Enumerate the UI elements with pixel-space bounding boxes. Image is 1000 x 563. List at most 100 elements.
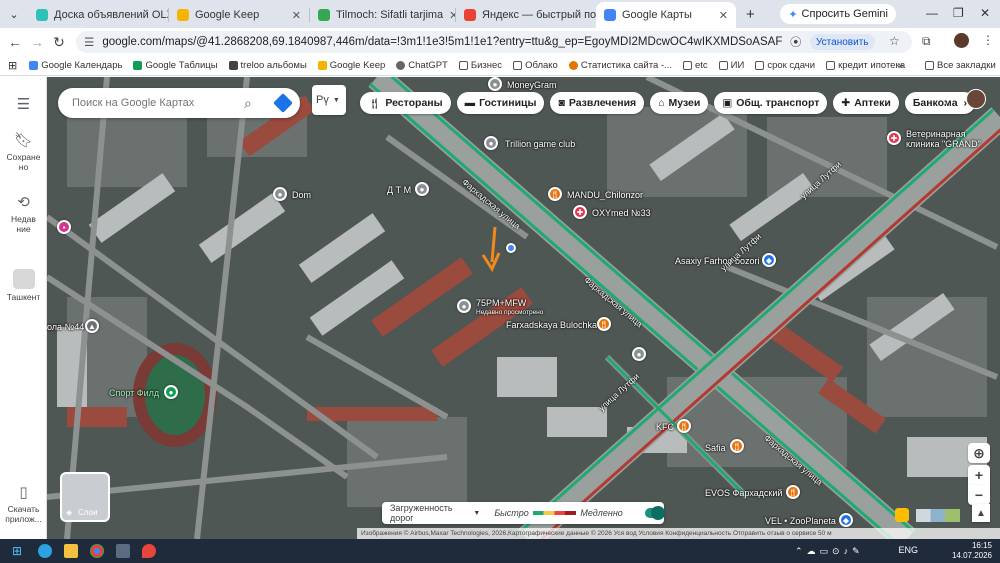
place-pin-icon[interactable]: ● bbox=[488, 77, 502, 91]
place-trillion[interactable]: Trillion game club bbox=[505, 139, 575, 149]
bookmark-item[interactable]: Google Таблицы bbox=[133, 60, 218, 71]
search-icon[interactable]: ⌕ bbox=[244, 95, 252, 112]
extensions-icon[interactable]: ⧉ bbox=[922, 34, 931, 49]
menu-button[interactable]: ☰ bbox=[0, 95, 47, 116]
bookmark-item[interactable]: Облако bbox=[513, 60, 558, 71]
tab-yandex[interactable]: Яндекс — быстрый поиск✕ bbox=[456, 2, 596, 28]
dropdown-icon[interactable]: ▼ bbox=[473, 510, 480, 517]
bookmark-item[interactable]: Бизнес bbox=[458, 60, 502, 71]
apps-icon[interactable]: ⊞ bbox=[8, 59, 17, 72]
chip-hotels[interactable]: ▬ Гостиницы bbox=[456, 92, 545, 114]
my-location-button[interactable]: ⊕ bbox=[968, 443, 990, 463]
layers-button[interactable]: ◈ Слои bbox=[60, 472, 110, 522]
download-app-button[interactable]: ▯ Скачать прилож... bbox=[0, 483, 47, 524]
shopping-pin-icon[interactable]: ◆ bbox=[762, 253, 776, 267]
minimize-icon[interactable]: — bbox=[926, 6, 938, 20]
place-pin-icon[interactable]: ● bbox=[484, 136, 498, 150]
tab-keep[interactable]: Google Keep ✕ bbox=[169, 2, 309, 28]
bookmark-item[interactable]: срок сдачи bbox=[755, 60, 815, 71]
chip-transit[interactable]: ▣ Общ. транспорт bbox=[714, 92, 828, 114]
place-mandu[interactable]: MANDU_Chilonzor bbox=[567, 190, 643, 200]
install-button[interactable]: Установить bbox=[810, 34, 875, 50]
chrome-icon[interactable] bbox=[90, 544, 105, 558]
directions-icon[interactable] bbox=[273, 93, 293, 113]
new-tab-icon[interactable]: + bbox=[746, 6, 755, 23]
transit-pin-icon[interactable]: ● bbox=[632, 347, 646, 361]
place-moneygram[interactable]: MoneyGram bbox=[507, 80, 557, 90]
all-bookmarks[interactable]: Все закладки bbox=[925, 60, 996, 71]
windows-start-icon[interactable]: ⊞ bbox=[12, 544, 22, 558]
keyboard-language-button[interactable]: Рү ▼ bbox=[312, 85, 346, 115]
maps-taskbar-icon[interactable] bbox=[142, 544, 157, 558]
place-vel-zooplaneta[interactable]: VEL • ZooPlaneta bbox=[765, 516, 836, 526]
chip-pharmacy[interactable]: ✚ Аптеки bbox=[833, 92, 899, 114]
bookmark-item[interactable]: treloo альбомы bbox=[228, 60, 307, 71]
telegram-icon[interactable] bbox=[38, 544, 53, 558]
bookmark-item[interactable]: Google Календарь bbox=[29, 60, 122, 71]
bookmark-item[interactable]: ИИ bbox=[718, 60, 744, 71]
recent-button[interactable]: ⟲ Недав ние bbox=[0, 193, 47, 234]
school-pin-icon[interactable]: ▲ bbox=[85, 319, 99, 333]
location-icon[interactable]: ⦿ bbox=[790, 34, 802, 50]
site-info-icon[interactable]: ☰ bbox=[84, 35, 94, 49]
place-school[interactable]: ола №44 bbox=[47, 322, 84, 332]
place-safia[interactable]: Safia bbox=[705, 443, 726, 453]
bookmark-item[interactable]: etc bbox=[682, 60, 708, 71]
sport-pin-icon[interactable]: ● bbox=[164, 385, 178, 399]
expand-button[interactable]: ▲ bbox=[972, 504, 990, 522]
bookmark-item[interactable]: кредит ипотека bbox=[826, 60, 905, 71]
chip-entertainment[interactable]: ◙ Развлечения bbox=[550, 92, 645, 114]
window-close-icon[interactable]: ✕ bbox=[980, 6, 990, 20]
restore-icon[interactable]: ❐ bbox=[953, 6, 964, 20]
apps-grid-icon[interactable]: ⠿ bbox=[938, 93, 948, 109]
place-evos[interactable]: EVOS Фархадский bbox=[705, 488, 782, 498]
chip-museums[interactable]: ⌂ Музеи bbox=[650, 92, 709, 114]
place-vet-clinic[interactable]: Ветеринарная клиника "GRAND" bbox=[906, 129, 981, 149]
place-oxymed[interactable]: OXYmed №33 bbox=[592, 208, 651, 218]
more-bookmarks-icon[interactable]: » bbox=[898, 60, 903, 71]
place-pin-icon[interactable]: ● bbox=[457, 299, 471, 313]
avatar[interactable] bbox=[954, 33, 969, 48]
pink-pin-icon[interactable]: ▪ bbox=[57, 220, 71, 234]
saved-button[interactable]: 🔖︎ Сохране но bbox=[0, 131, 47, 172]
tab-olx[interactable]: Доска объявлений OLX.uz✕ bbox=[28, 2, 168, 28]
tab-google-maps[interactable]: Google Карты ✕ bbox=[596, 2, 736, 28]
restaurant-pin-icon[interactable]: 🍴︎ bbox=[677, 419, 691, 433]
explorer-icon[interactable] bbox=[64, 544, 79, 558]
close-icon[interactable]: ✕ bbox=[286, 9, 301, 22]
star-icon[interactable]: ☆ bbox=[889, 34, 900, 48]
map-canvas[interactable]: ● MoneyGram ● Trillion game club 🍴︎ MAND… bbox=[47, 77, 1000, 539]
restaurant-pin-icon[interactable]: 🍴︎ bbox=[786, 485, 800, 499]
menu-icon[interactable]: ⋮ bbox=[982, 33, 994, 47]
address-bar[interactable]: ☰ google.com/maps/@41.2868208,69.1840987… bbox=[76, 31, 912, 53]
tab-tilmoch[interactable]: Tilmoch: Sifatli tarjima ✕ bbox=[310, 2, 455, 28]
bookmark-item[interactable]: Статистика сайта -... bbox=[568, 60, 672, 71]
restaurant-pin-icon[interactable]: 🍴︎ bbox=[597, 317, 611, 331]
shopping-pin-icon[interactable]: ◆ bbox=[839, 513, 853, 527]
calculator-icon[interactable] bbox=[116, 544, 131, 558]
restaurant-pin-icon[interactable]: 🍴︎ bbox=[730, 439, 744, 453]
url-text[interactable]: google.com/maps/@41.2868208,69.1840987,4… bbox=[102, 36, 782, 48]
place-kfc[interactable]: KFC bbox=[656, 422, 674, 432]
clock[interactable]: 16:15 14.07.2026 bbox=[952, 541, 992, 561]
gemini-button[interactable]: ✦ Спросить Gemini bbox=[780, 4, 896, 24]
traffic-panel[interactable]: Загруженность дорог ▼ Быстро Медленно bbox=[382, 502, 665, 524]
search-box[interactable]: Поиск на Google Картах ⌕ bbox=[58, 88, 300, 118]
forward-icon[interactable]: → bbox=[26, 34, 48, 50]
place-dom[interactable]: Dom bbox=[292, 190, 311, 200]
pegman-icon[interactable] bbox=[895, 508, 909, 522]
input-language[interactable]: ENG bbox=[898, 545, 918, 555]
back-icon[interactable]: ← bbox=[4, 34, 26, 50]
zoom-in-button[interactable]: + bbox=[968, 465, 990, 485]
reload-icon[interactable]: ↻ bbox=[48, 34, 70, 51]
traffic-toggle[interactable] bbox=[644, 506, 665, 520]
chip-restaurants[interactable]: 🍴︎ Рестораны bbox=[360, 92, 451, 114]
tab-search-icon[interactable]: ⌄ bbox=[0, 8, 28, 21]
close-icon[interactable]: ✕ bbox=[443, 9, 455, 22]
place-sport-field[interactable]: Спорт Филд bbox=[109, 388, 159, 398]
place-dtm[interactable]: Д Т М bbox=[387, 185, 411, 195]
city-button[interactable]: Ташкент bbox=[0, 269, 47, 302]
search-input[interactable]: Поиск на Google Картах bbox=[72, 97, 194, 109]
zoom-out-button[interactable]: − bbox=[968, 485, 990, 505]
account-avatar[interactable] bbox=[966, 89, 986, 109]
